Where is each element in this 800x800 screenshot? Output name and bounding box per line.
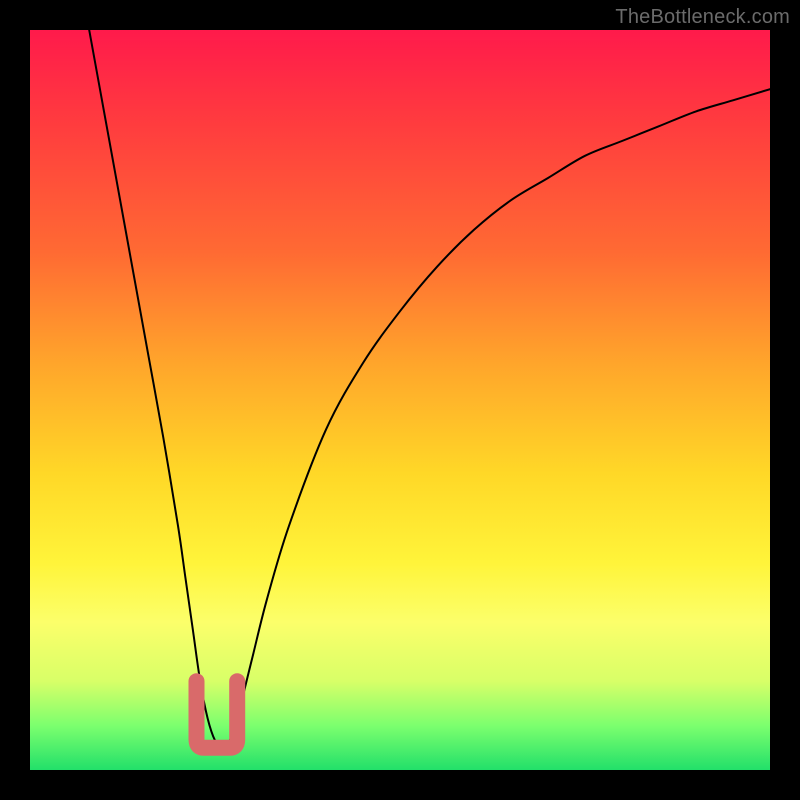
plot-area (30, 30, 770, 770)
bottleneck-marker (197, 681, 238, 748)
chart-frame: TheBottleneck.com (0, 0, 800, 800)
watermark-text: TheBottleneck.com (615, 6, 790, 29)
chart-svg (30, 30, 770, 770)
curve-path (89, 30, 770, 748)
